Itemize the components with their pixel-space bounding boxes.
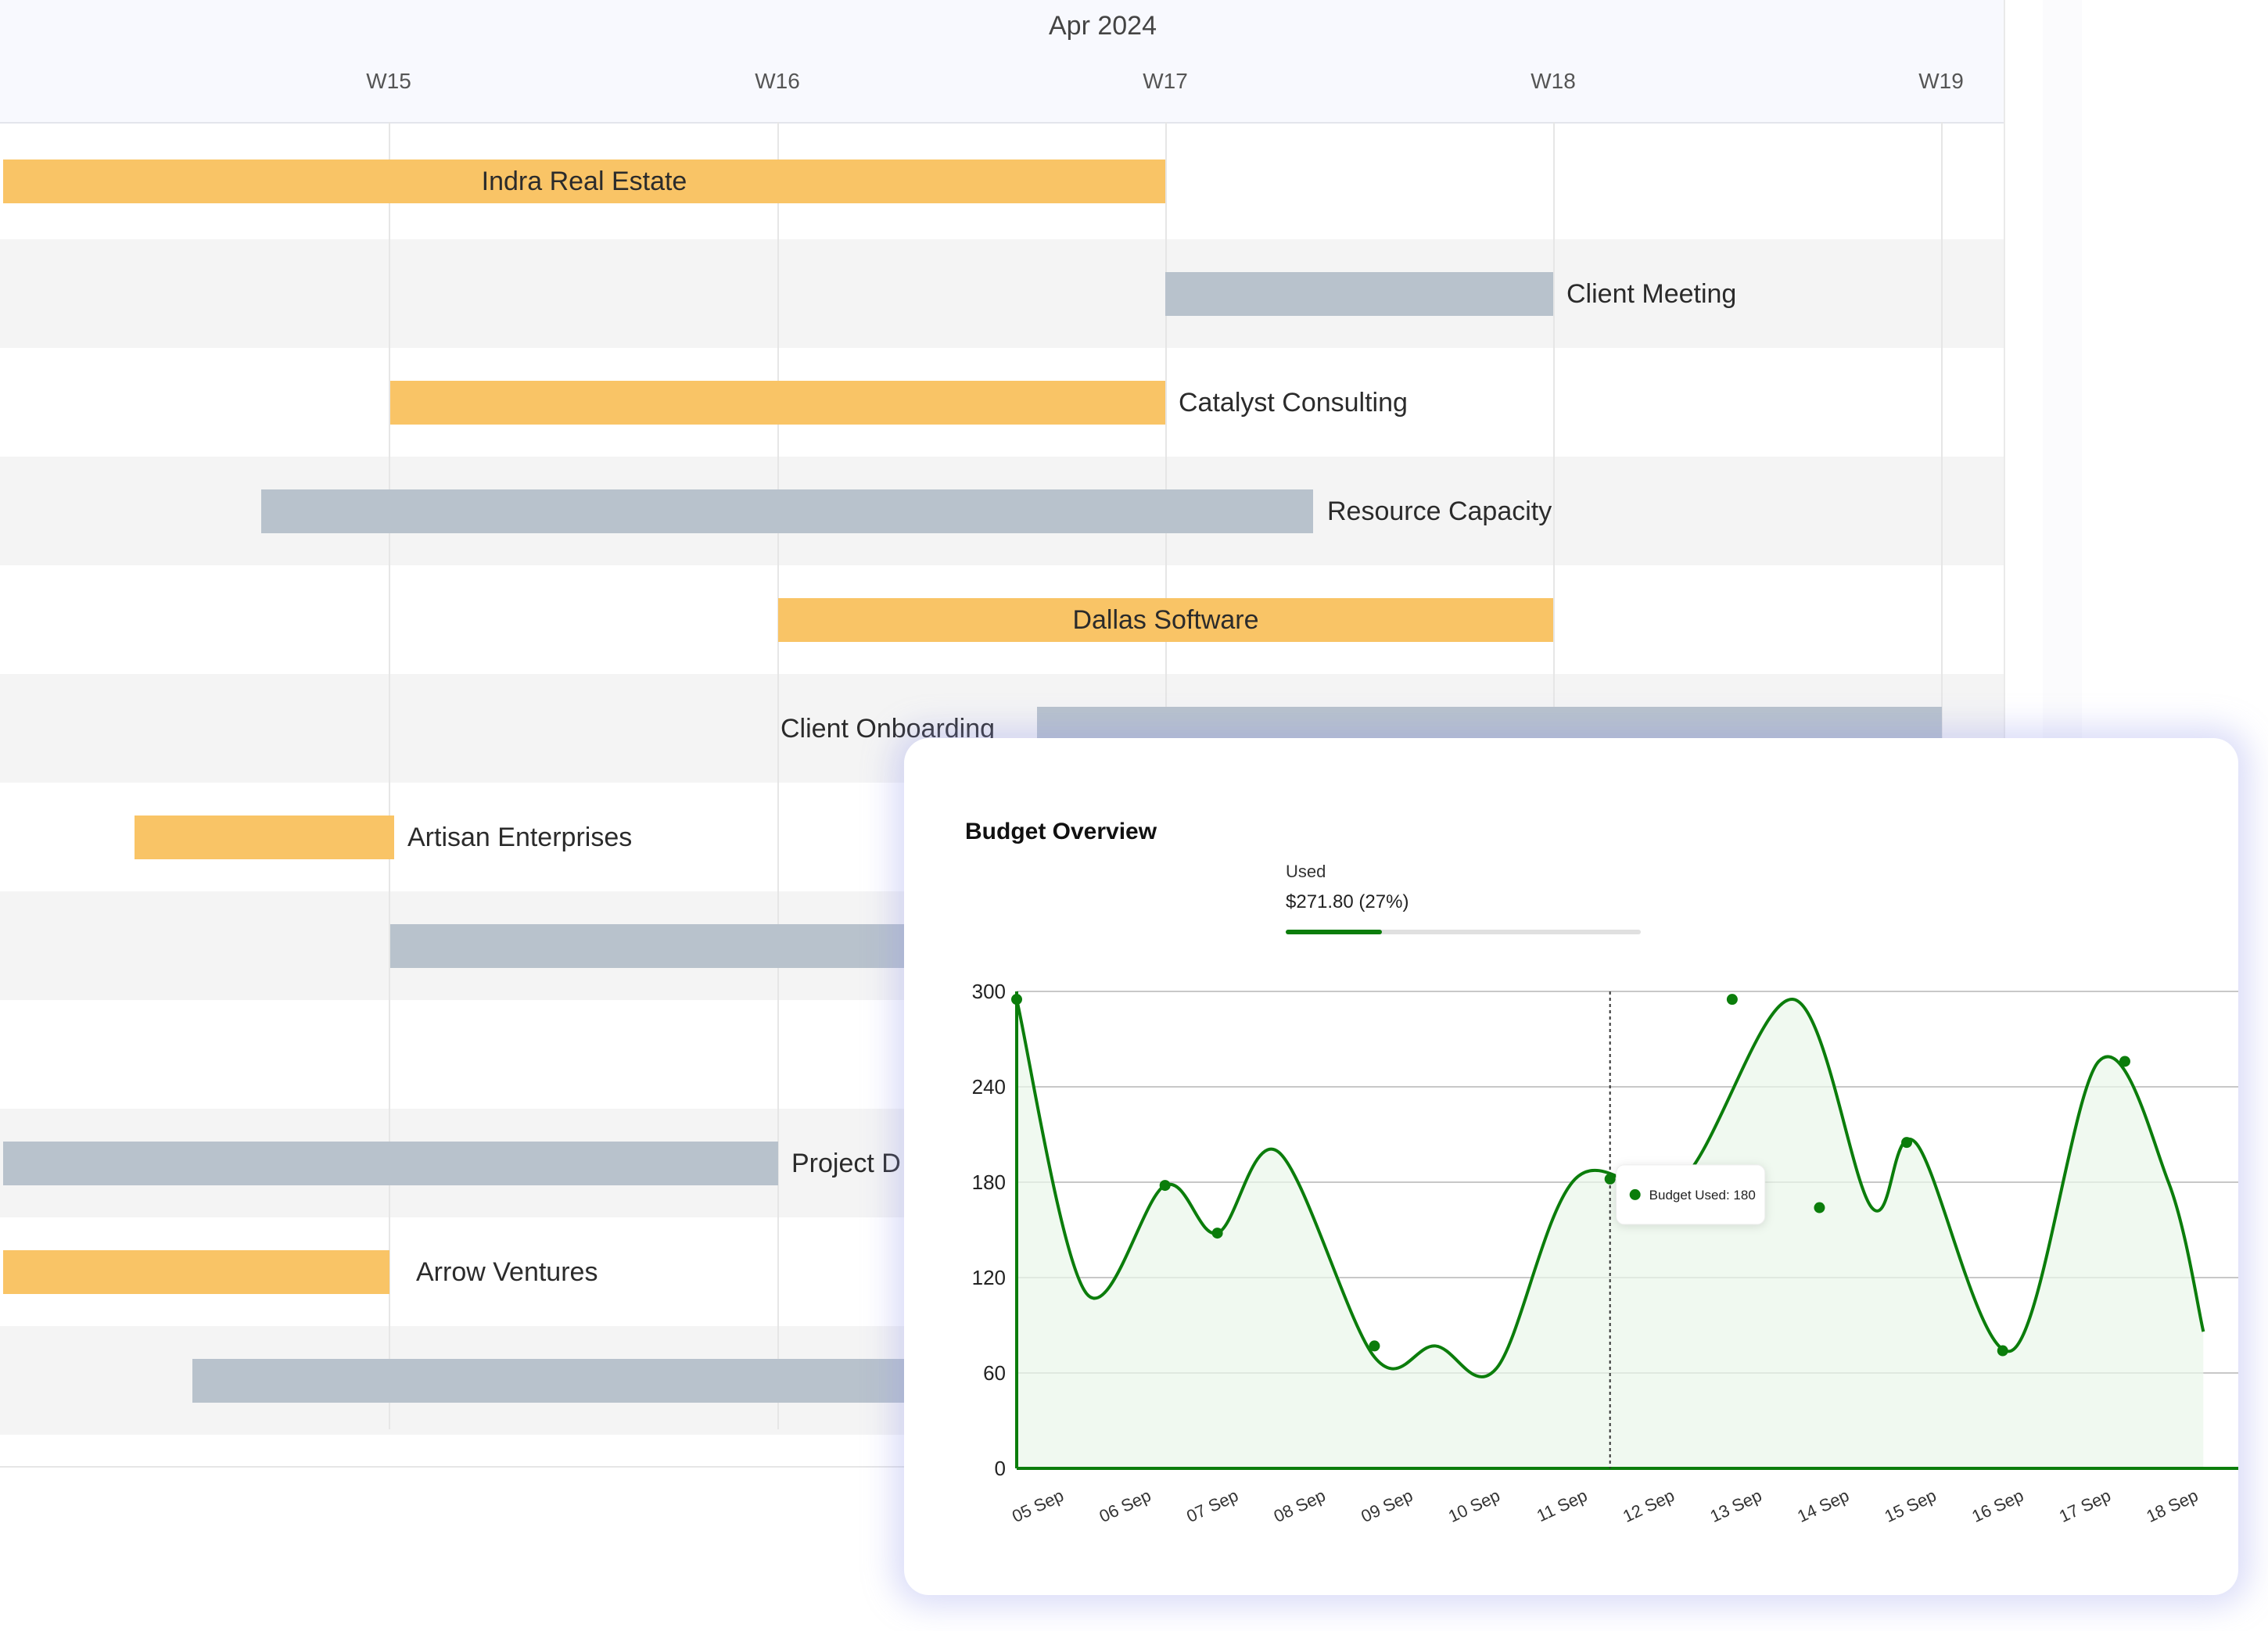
x-tick-label: 14 Sep <box>1794 1486 1852 1526</box>
data-point <box>1369 1340 1380 1352</box>
x-tick-label: 10 Sep <box>1445 1486 1503 1526</box>
gantt-header: Apr 2024 W15 W16 W17 W18 W19 <box>0 0 2004 124</box>
data-point <box>1211 1228 1223 1239</box>
gantt-task-bar[interactable] <box>192 1359 959 1403</box>
gantt-task-label: Indra Real Estate <box>481 167 687 196</box>
x-tick-label: 11 Sep <box>1534 1486 1590 1525</box>
gantt-task-bar[interactable] <box>1165 272 1553 316</box>
gantt-task-label: Resource Capacity <box>1327 496 1552 526</box>
gantt-task-bar[interactable] <box>390 924 953 968</box>
x-tick-label: 07 Sep <box>1183 1486 1241 1526</box>
tooltip-marker <box>1629 1188 1641 1200</box>
gantt-task-bar[interactable] <box>3 1142 778 1185</box>
gantt-task-label: Project D <box>791 1149 901 1178</box>
gantt-task-label: Catalyst Consulting <box>1179 388 1408 418</box>
data-point <box>2119 1056 2130 1067</box>
gantt-week-label: W16 <box>755 69 800 93</box>
gantt-task-label: Client Meeting <box>1566 279 1737 309</box>
data-point <box>1011 994 1022 1005</box>
data-point <box>1901 1137 1913 1149</box>
data-point <box>1997 1345 2008 1357</box>
gantt-gridline <box>389 122 390 1429</box>
x-tick-label: 08 Sep <box>1271 1486 1329 1526</box>
gantt-task-label: Artisan Enterprises <box>407 823 633 852</box>
x-tick-label: 13 Sep <box>1707 1486 1765 1526</box>
data-point <box>1726 994 1738 1005</box>
x-tick-label: 17 Sep <box>2056 1486 2114 1526</box>
gantt-task-label: Dallas Software <box>1072 605 1259 635</box>
data-point <box>1604 1173 1616 1185</box>
x-tick-label: 09 Sep <box>1358 1486 1416 1526</box>
x-tick-label: 05 Sep <box>1009 1486 1067 1526</box>
gantt-month-label: Apr 2024 <box>1049 11 1157 41</box>
x-tick-label: 12 Sep <box>1620 1486 1678 1526</box>
x-tick-label: 15 Sep <box>1882 1486 1940 1526</box>
gantt-task-bar[interactable] <box>135 816 394 859</box>
gantt-week-label: W15 <box>366 69 411 93</box>
gantt-week-label: W17 <box>1143 69 1188 93</box>
gantt-gridline <box>777 122 779 1429</box>
side-panel <box>2043 0 2082 782</box>
y-tick-label: 120 <box>972 1266 1006 1289</box>
x-tick-label: 06 Sep <box>1096 1486 1154 1526</box>
tooltip-text: Budget Used: 180 <box>1649 1188 1756 1203</box>
data-point <box>1159 1180 1171 1192</box>
y-tick-label: 60 <box>983 1361 1006 1385</box>
gantt-task-bar[interactable] <box>261 489 1313 533</box>
budget-overview-card: Budget Overview Used $271.80 (27%) 0 60 12… <box>904 738 2238 1595</box>
x-tick-label: 16 Sep <box>1968 1486 2026 1526</box>
gantt-border <box>0 1466 938 1468</box>
gantt-task-bar[interactable] <box>390 381 1165 425</box>
y-tick-label: 240 <box>972 1075 1006 1099</box>
y-tick-label: 300 <box>972 980 1006 1003</box>
y-tick-label: 180 <box>972 1170 1006 1194</box>
gantt-week-label: W18 <box>1531 69 1576 93</box>
y-tick-label: 0 <box>995 1457 1006 1480</box>
x-tick-label: 18 Sep <box>2144 1486 2202 1526</box>
budget-line-chart: 0 60 120 180 240 300 05 Sep 06 Sep 07 Sep 08 Sep 0… <box>972 980 2238 1526</box>
gantt-week-label: W19 <box>1918 69 1964 93</box>
data-point <box>1814 1202 1825 1213</box>
gantt-task-label: Arrow Ventures <box>416 1257 598 1287</box>
gantt-task-bar[interactable] <box>3 1250 389 1294</box>
